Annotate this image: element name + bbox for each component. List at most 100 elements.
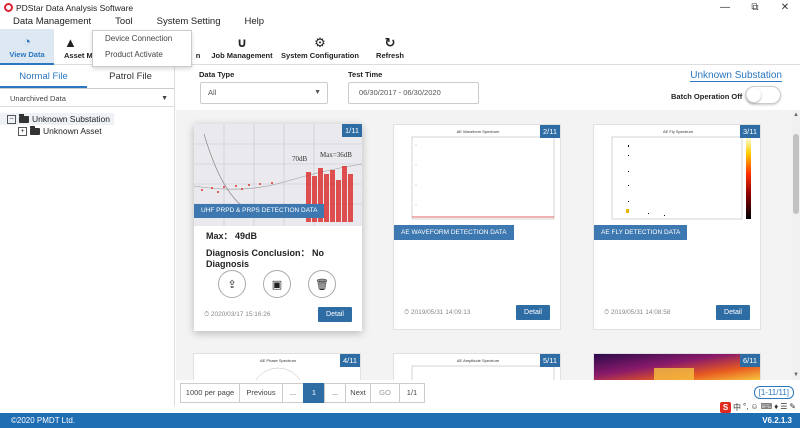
page-ellipsis-right: ...: [324, 383, 346, 403]
title-bar: PDStar Data Analysis Software — ⧉ ✕: [0, 0, 800, 15]
data-card-2[interactable]: AE Waveform Spectrum 2/11 AE WAVEFORM DE…: [393, 124, 561, 330]
tree-node-asset[interactable]: + Unknown Asset: [0, 125, 174, 137]
asset-icon: ▲: [64, 34, 77, 50]
app-logo-icon: [4, 3, 13, 12]
restore-icon[interactable]: ⧉: [740, 0, 770, 15]
card-timestamp: ⏱ 2019/05/31 14:09:13: [404, 309, 471, 316]
collapse-icon[interactable]: −: [7, 114, 16, 124]
chart-title: AE Fly Spectrum: [663, 129, 694, 134]
ime-chinese-mode[interactable]: 中: [733, 402, 741, 413]
scroll-thumb[interactable]: [793, 134, 799, 214]
hidden-toolbar-button[interactable]: n: [192, 29, 204, 65]
ime-emoji-icon[interactable]: ☺: [750, 402, 758, 413]
tree-node-label: Unknown Asset: [43, 126, 102, 136]
tool-dropdown-menu: Device Connection Product Activate: [92, 30, 192, 67]
next-page-button[interactable]: Next: [345, 383, 371, 403]
system-configuration-label: System Configuration: [281, 50, 359, 60]
data-type-select[interactable]: All ▼: [200, 82, 328, 104]
ime-menu-icon[interactable]: ☰: [780, 402, 787, 413]
pagination: 1000 per page Previous ... 1 ... Next GO…: [180, 383, 425, 403]
menu-product-activate[interactable]: Product Activate: [93, 47, 191, 63]
data-card-6[interactable]: 6/11: [593, 353, 761, 380]
menu-system-setting[interactable]: System Setting: [145, 15, 233, 28]
data-card-5[interactable]: 5/11 AE Amplitude Spectrum: [393, 353, 561, 380]
folder-icon: [30, 125, 40, 135]
record-range-indicator: [1-11/11]: [753, 386, 794, 399]
refresh-button[interactable]: ↻ Refresh: [370, 29, 410, 65]
archive-filter-value: Unarchived Data: [10, 94, 66, 103]
detail-button[interactable]: Detail: [318, 307, 352, 322]
data-card-4[interactable]: 4/11 AE Phase Spectrum: [193, 353, 361, 380]
view-data-button[interactable]: ◔ View Data: [0, 29, 54, 65]
menu-device-connection[interactable]: Device Connection: [93, 31, 191, 47]
close-icon[interactable]: ✕: [770, 0, 800, 15]
menu-help[interactable]: Help: [233, 15, 277, 28]
sogou-ime-icon[interactable]: S: [720, 402, 731, 413]
view-data-label: View Data: [9, 49, 45, 59]
delete-icon[interactable]: 🗑: [308, 270, 336, 298]
chart-title: AE Phase Spectrum: [260, 358, 297, 363]
vertical-scrollbar[interactable]: ▲ ▼: [792, 110, 800, 380]
system-configuration-button[interactable]: ⚙ System Configuration: [280, 29, 360, 65]
card-date-text: 2020/03/17 15:16:26: [210, 311, 271, 318]
tab-patrol-file[interactable]: Patrol File: [87, 66, 174, 88]
tree-node-substation[interactable]: − Unknown Substation: [0, 113, 114, 125]
magnet-icon: ∪: [236, 34, 248, 50]
refresh-icon: ↻: [384, 34, 396, 50]
per-page-select[interactable]: 1000 per page: [180, 383, 240, 403]
hidden-toolbar-label: n: [195, 50, 201, 60]
data-card-3[interactable]: AE Fly Spectrum 3/11 AE FLY DETECTION DA…: [593, 124, 761, 330]
ae-waveform-thumbnail: AE Waveform Spectrum: [394, 125, 562, 227]
archive-filter-select[interactable]: Unarchived Data ▼: [0, 91, 174, 107]
card-timestamp: ⏱ 2019/05/31 14:08:58: [604, 309, 671, 316]
ime-handwriting-icon[interactable]: ✎: [789, 402, 796, 413]
upload-icon[interactable]: ⇪: [218, 270, 246, 298]
detail-button[interactable]: Detail: [516, 305, 550, 320]
page-1-button[interactable]: 1: [303, 383, 325, 403]
chart-label-max: Max=36dB: [320, 151, 352, 159]
minimize-icon[interactable]: —: [710, 0, 740, 15]
scroll-down-icon[interactable]: ▼: [792, 372, 800, 378]
card-index: 5/11: [539, 354, 560, 367]
copyright-text: ©2020 PMDT Ltd.: [11, 416, 75, 425]
expand-icon[interactable]: +: [18, 126, 27, 136]
tree-node-label: Unknown Substation: [32, 114, 110, 124]
card-index: 3/11: [739, 125, 760, 138]
batch-operation-toggle[interactable]: [745, 86, 781, 104]
window-title: PDStar Data Analysis Software: [16, 2, 134, 13]
card-index: 1/11: [341, 124, 362, 137]
filter-bar: Data Type All ▼ Test Time 06/30/2017 - 0…: [176, 66, 800, 110]
menu-data-management[interactable]: Data Management: [0, 15, 103, 28]
substation-link[interactable]: Unknown Substation: [690, 70, 782, 82]
gear-icon: ⚙: [314, 34, 326, 50]
ime-keyboard-icon[interactable]: ⌨: [761, 402, 773, 413]
chart-label-scale: 70dB: [292, 155, 308, 163]
ime-skin-icon[interactable]: ♦: [774, 402, 778, 413]
card-date-text: 2019/05/31 14:08:58: [610, 309, 671, 316]
menu-tool[interactable]: Tool: [103, 15, 144, 28]
batch-operation-label: Batch Operation Off: [671, 92, 743, 101]
diagnosis-conclusion: Diagnosis Conclusion： No Diagnosis: [206, 248, 325, 269]
data-type-label: Data Type: [199, 70, 235, 79]
card-info: Max： 49dB Diagnosis Conclusion： No Diagn…: [206, 231, 346, 270]
chart-title: AE Amplitude Spectrum: [457, 358, 500, 363]
test-time-range-input[interactable]: 06/30/2017 - 06/30/2020: [348, 82, 479, 104]
ime-punctuation-icon[interactable]: °,: [743, 402, 748, 413]
data-type-value: All: [208, 88, 217, 97]
ae-phase-thumbnail: AE Phase Spectrum: [255, 358, 301, 380]
asset-tree: − Unknown Substation + Unknown Asset: [0, 107, 174, 137]
previous-page-button[interactable]: Previous: [239, 383, 283, 403]
tab-normal-file[interactable]: Normal File: [0, 66, 87, 88]
job-management-label: Job Management: [211, 50, 273, 60]
version-text: V6.2.1.3: [762, 416, 792, 425]
go-button[interactable]: GO: [370, 383, 400, 403]
data-card-1[interactable]: 70dB Max=36dB 1/11 UHF PRPD & PRPS DETEC…: [194, 124, 362, 331]
job-management-button[interactable]: ∪ Job Management: [210, 29, 274, 65]
chevron-down-icon: ▼: [161, 95, 168, 102]
detail-button[interactable]: Detail: [716, 305, 750, 320]
scroll-up-icon[interactable]: ▲: [792, 112, 800, 118]
menu-bar: Data Management Tool System Setting Help: [0, 15, 800, 28]
save-icon[interactable]: ▣: [263, 270, 291, 298]
card-timestamp: ⏱ 2020/03/17 15:16:26: [204, 311, 271, 318]
file-tabs: Normal File Patrol File: [0, 66, 174, 89]
